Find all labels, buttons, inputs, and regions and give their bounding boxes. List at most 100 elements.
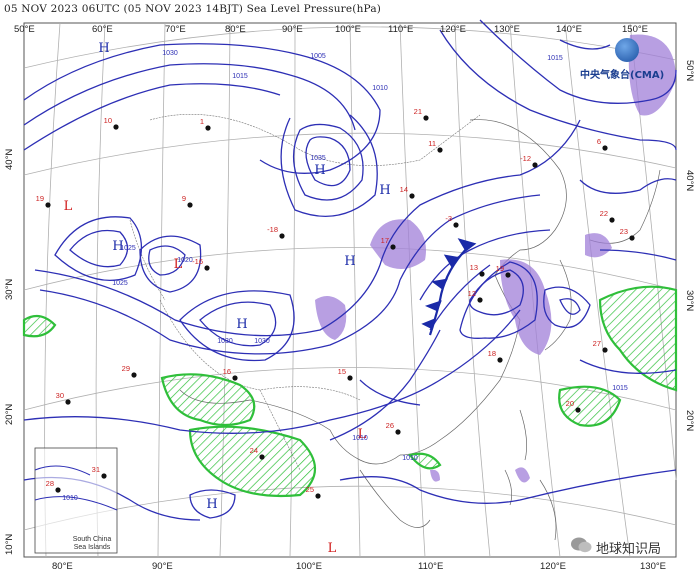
high-pressure-center: H	[344, 254, 355, 269]
station-value: -12	[520, 154, 531, 163]
isobar-value-label: 1020	[177, 257, 193, 264]
station-dot	[101, 473, 107, 479]
station-dot	[602, 347, 608, 353]
station-dot	[390, 244, 396, 250]
station-dot	[187, 202, 193, 208]
isobar-value-label: 1035	[310, 155, 326, 162]
station-value: 16	[223, 367, 231, 376]
lon-label-bottom: 130°E	[640, 561, 666, 572]
station-dot	[347, 375, 353, 381]
isobar-value-label: 1010	[402, 455, 418, 462]
lon-label-top: 80°E	[225, 24, 246, 35]
high-pressure-center: H	[98, 41, 109, 56]
station-value: 31	[92, 465, 100, 474]
station-value: 27	[593, 339, 601, 348]
station-dot	[131, 372, 137, 378]
station-value: 20	[566, 399, 574, 408]
lon-label-top: 60°E	[92, 24, 113, 35]
station-value: 13	[470, 263, 478, 272]
station-dot	[532, 162, 538, 168]
station-dot	[113, 124, 119, 130]
station-value: 25	[306, 485, 314, 494]
isobar-value-label: 1015	[612, 385, 628, 392]
lon-label-top: 50°E	[14, 24, 35, 35]
lon-label-bottom: 100°E	[296, 561, 322, 572]
low-pressure-center: L	[328, 541, 337, 556]
station-dot	[497, 357, 503, 363]
isobar-value-label: 1010	[352, 435, 368, 442]
lat-label-right: 30°N	[684, 290, 695, 312]
inset-label: South China Sea Islands	[62, 536, 122, 552]
station-value: 24	[250, 446, 258, 455]
station-dot	[575, 407, 581, 413]
isobar-value-label: 1030	[254, 338, 270, 345]
station-value: -3	[445, 214, 452, 223]
watermark-text: 地球知识局	[596, 542, 662, 557]
station-value: 9	[182, 194, 186, 203]
station-value: 1	[200, 117, 204, 126]
lon-label-top: 130°E	[494, 24, 520, 35]
station-value: 12	[468, 289, 476, 298]
lon-label-top: 140°E	[556, 24, 582, 35]
lat-label-right: 20°N	[684, 410, 695, 432]
station-dot	[204, 265, 210, 271]
station-value: -16	[192, 257, 203, 266]
station-value: 23	[620, 227, 628, 236]
station-dot	[477, 297, 483, 303]
station-value: 19	[496, 264, 504, 273]
lat-label-right: 50°N	[684, 60, 695, 82]
station-dot	[629, 235, 635, 241]
map-canvas: HHHHHHLLLLH 1030101510051010103510251020…	[22, 19, 678, 558]
station-dot	[609, 217, 615, 223]
station-dot	[505, 272, 511, 278]
map-title: 05 NOV 2023 06UTC (05 NOV 2023 14BJT) Se…	[4, 3, 382, 15]
lon-label-bottom: 90°E	[152, 561, 173, 572]
lon-label-bottom: 110°E	[418, 561, 444, 572]
station-value: 15	[338, 367, 346, 376]
station-dot	[423, 115, 429, 121]
map-frame	[23, 22, 677, 558]
lat-label-left: 30°N	[4, 278, 15, 300]
station-dot	[479, 271, 485, 277]
station-dot	[45, 202, 51, 208]
lat-label-left: 10°N	[4, 533, 15, 555]
station-value: 29	[122, 364, 130, 373]
isobar-value-label: 1030	[217, 338, 233, 345]
lat-label-left: 40°N	[4, 148, 15, 170]
station-value: 19	[36, 194, 44, 203]
station-value: 21	[414, 107, 422, 116]
station-dot	[259, 454, 265, 460]
lon-label-bottom: 80°E	[52, 561, 73, 572]
isobar-value-label: 1025	[112, 280, 128, 287]
station-value: 11	[428, 139, 436, 148]
low-pressure-center: L	[64, 199, 73, 214]
lon-label-top: 70°E	[165, 24, 186, 35]
station-value: 30	[56, 391, 64, 400]
station-value: 26	[386, 421, 394, 430]
isobar-value-label: 1015	[232, 73, 248, 80]
inset-label-line2: Sea Islands	[73, 544, 111, 551]
station-dot	[437, 147, 443, 153]
station-dot	[602, 145, 608, 151]
isobar-value-label: 1010	[62, 495, 78, 502]
high-pressure-center: H	[379, 183, 390, 198]
inset-label-line1: South China	[72, 536, 112, 543]
cma-logo-text: 中央气象台(CMA)	[580, 70, 665, 81]
station-value: -18	[267, 225, 278, 234]
lon-label-top: 120°E	[440, 24, 466, 35]
lon-label-top: 110°E	[388, 24, 414, 35]
station-value: 10	[104, 116, 112, 125]
lon-label-top: 150°E	[622, 24, 648, 35]
station-value: 6	[597, 137, 601, 146]
lon-label-top: 100°E	[335, 24, 361, 35]
isobar-value-label: 1030	[162, 50, 178, 57]
station-value: 28	[46, 479, 54, 488]
high-pressure-center: H	[314, 163, 325, 178]
station-dot	[453, 222, 459, 228]
lat-label-left: 20°N	[4, 403, 15, 425]
wechat-icon	[571, 537, 592, 553]
lon-label-top: 90°E	[282, 24, 303, 35]
cma-seal-icon	[615, 38, 639, 62]
high-pressure-center: H	[236, 317, 247, 332]
station-value: 17	[381, 236, 389, 245]
